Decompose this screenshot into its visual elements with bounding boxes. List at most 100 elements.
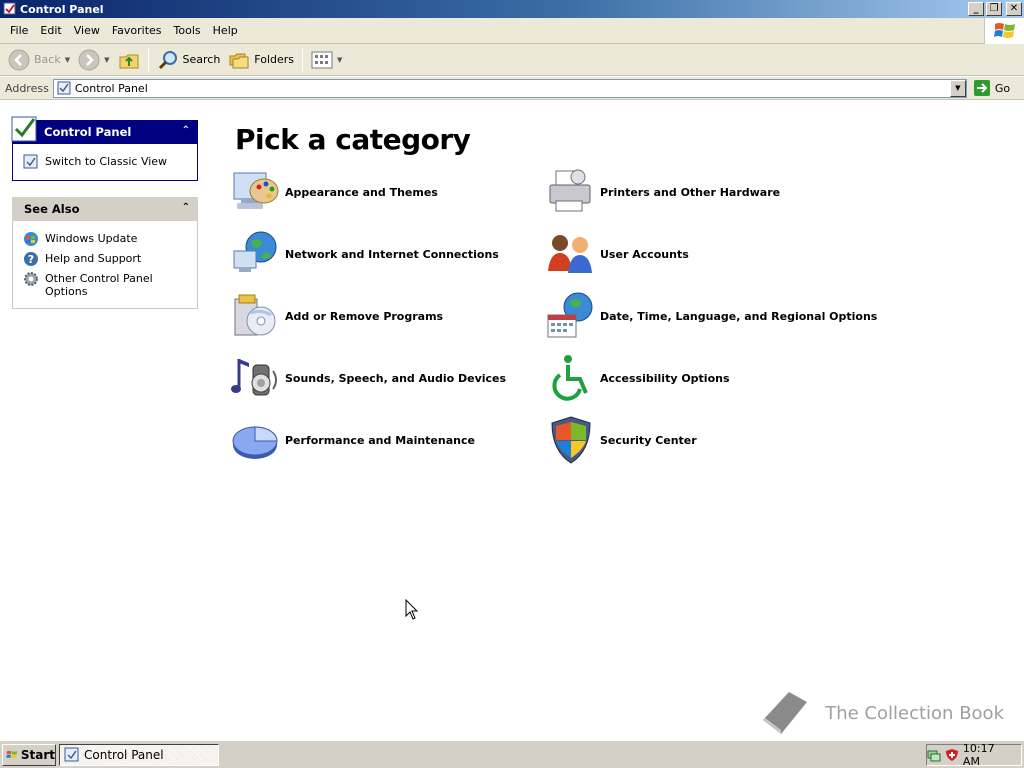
folders-label: Folders <box>254 53 295 66</box>
menu-edit[interactable]: Edit <box>34 22 67 39</box>
go-arrow-icon <box>973 80 990 96</box>
classic-view-icon <box>23 154 38 169</box>
security-center-icon <box>551 416 591 464</box>
watermark-text: The Collection Book <box>825 702 1004 724</box>
windows-update-label: Windows Update <box>45 232 138 245</box>
category-label: Add or Remove Programs <box>285 309 444 323</box>
go-button[interactable]: Go <box>973 79 1010 97</box>
switch-classic-view-label: Switch to Classic View <box>45 155 168 168</box>
help-support-label: Help and Support <box>45 252 142 265</box>
chevron-down-icon: ▼ <box>955 84 961 92</box>
network-tray-icon[interactable] <box>927 748 941 762</box>
control-panel-checklist-icon <box>11 116 37 142</box>
printers-hardware-icon <box>549 169 591 212</box>
see-also-pane: See Also ⌃ Windows Update ? Help and Sup… <box>12 197 198 309</box>
mouse-cursor-icon <box>405 599 419 620</box>
category-user-accounts[interactable]: User Accounts <box>546 228 689 280</box>
control-panel-pane-title: Control Panel <box>44 125 132 139</box>
address-label: Address <box>5 81 49 95</box>
folders-button[interactable]: Folders <box>224 46 298 74</box>
category-performance-maintenance[interactable]: Performance and Maintenance <box>231 414 475 466</box>
minimize-icon: _ <box>973 3 979 14</box>
category-label: Appearance and Themes <box>285 185 438 199</box>
address-dropdown-button[interactable]: ▼ <box>949 79 966 97</box>
watermark: The Collection Book <box>759 690 1004 736</box>
control-panel-pane: Control Panel ⌃ Switch to Classic View <box>11 116 198 181</box>
views-dropdown-icon[interactable]: ▼ <box>337 56 342 64</box>
see-also-header[interactable]: See Also ⌃ <box>12 197 198 221</box>
views-button[interactable]: ▼ <box>307 46 346 74</box>
back-button[interactable]: Back ▼ <box>4 46 74 74</box>
category-label: Sounds, Speech, and Audio Devices <box>285 371 507 385</box>
switch-classic-view-link[interactable]: Switch to Classic View <box>23 154 189 170</box>
category-label: User Accounts <box>600 247 689 261</box>
window-title: Control Panel <box>20 2 104 16</box>
category-date-time-language[interactable]: Date, Time, Language, and Regional Optio… <box>546 290 877 342</box>
svg-text:?: ? <box>28 253 34 266</box>
control-panel-icon <box>64 747 79 762</box>
collapse-chevron-icon[interactable]: ⌃ <box>182 125 190 136</box>
date-time-language-icon <box>547 292 593 338</box>
security-shield-tray-icon[interactable] <box>945 748 959 762</box>
title-bar[interactable]: Control Panel _ ❐ ✕ <box>0 0 1024 18</box>
other-options-link[interactable]: Other Control Panel Options <box>23 271 189 298</box>
menu-file[interactable]: File <box>4 22 34 39</box>
windows-update-icon <box>24 232 38 246</box>
menu-view[interactable]: View <box>68 22 106 39</box>
forward-dropdown-icon[interactable]: ▼ <box>104 56 109 64</box>
category-label: Network and Internet Connections <box>285 247 499 261</box>
menu-favorites[interactable]: Favorites <box>106 22 168 39</box>
category-accessibility[interactable]: Accessibility Options <box>546 352 730 404</box>
toolbar-separator <box>302 47 304 72</box>
help-icon: ? <box>24 252 38 266</box>
category-sounds-audio[interactable]: Sounds, Speech, and Audio Devices <box>231 352 506 404</box>
category-security-center[interactable]: Security Center <box>546 414 697 466</box>
menu-help[interactable]: Help <box>207 22 244 39</box>
gear-icon <box>24 272 38 286</box>
minimize-button[interactable]: _ <box>968 2 984 16</box>
forward-arrow-icon <box>78 49 100 70</box>
page-title: Pick a category <box>235 123 471 156</box>
category-label: Printers and Other Hardware <box>600 185 781 199</box>
taskbar-control-panel-button[interactable]: Control Panel <box>59 744 219 766</box>
menu-bar: File Edit View Favorites Tools Help <box>0 18 1024 44</box>
see-also-title: See Also <box>24 202 80 216</box>
close-button[interactable]: ✕ <box>1006 2 1022 16</box>
go-label: Go <box>994 81 1011 95</box>
category-printers-hardware[interactable]: Printers and Other Hardware <box>546 166 780 218</box>
windows-logo-icon <box>6 750 18 759</box>
forward-button[interactable]: ▼ <box>74 46 113 74</box>
menu-tools[interactable]: Tools <box>168 22 207 39</box>
category-network-internet[interactable]: Network and Internet Connections <box>231 228 499 280</box>
windows-update-link[interactable]: Windows Update <box>23 231 189 247</box>
search-icon <box>158 50 177 69</box>
category-label: Accessibility Options <box>600 371 730 385</box>
clock[interactable]: 10:17 AM <box>963 742 1015 768</box>
restore-button[interactable]: ❐ <box>986 2 1002 16</box>
views-icon <box>311 51 333 68</box>
user-accounts-icon <box>548 235 592 273</box>
search-button[interactable]: Search <box>153 46 225 74</box>
taskbar: Start Control Panel 10:17 AM <box>0 740 1024 768</box>
control-panel-pane-header[interactable]: Control Panel ⌃ <box>11 116 198 144</box>
start-button[interactable]: Start <box>2 744 56 766</box>
category-add-remove-programs[interactable]: Add or Remove Programs <box>231 290 443 342</box>
back-dropdown-icon[interactable]: ▼ <box>65 56 70 64</box>
back-arrow-icon <box>8 49 30 70</box>
address-value: Control Panel <box>74 81 148 95</box>
address-bar: Address Control Panel ▼ Go <box>0 77 1024 100</box>
system-tray: 10:17 AM <box>926 742 1022 768</box>
start-label: Start <box>20 748 55 762</box>
address-input[interactable]: Control Panel ▼ <box>52 78 967 98</box>
search-label: Search <box>182 53 221 66</box>
control-panel-icon <box>57 81 71 95</box>
help-support-link[interactable]: ? Help and Support <box>23 251 189 267</box>
collapse-chevron-icon[interactable]: ⌃ <box>182 202 190 213</box>
appearance-themes-icon <box>233 172 279 209</box>
other-options-label: Other Control Panel Options <box>45 272 153 298</box>
up-folder-button[interactable] <box>114 46 144 74</box>
category-appearance-themes[interactable]: Appearance and Themes <box>231 166 438 218</box>
toolbar: Back ▼ ▼ Search Folders ▼ <box>0 44 1024 76</box>
accessibility-icon <box>552 355 588 401</box>
toolbar-separator <box>147 47 149 72</box>
